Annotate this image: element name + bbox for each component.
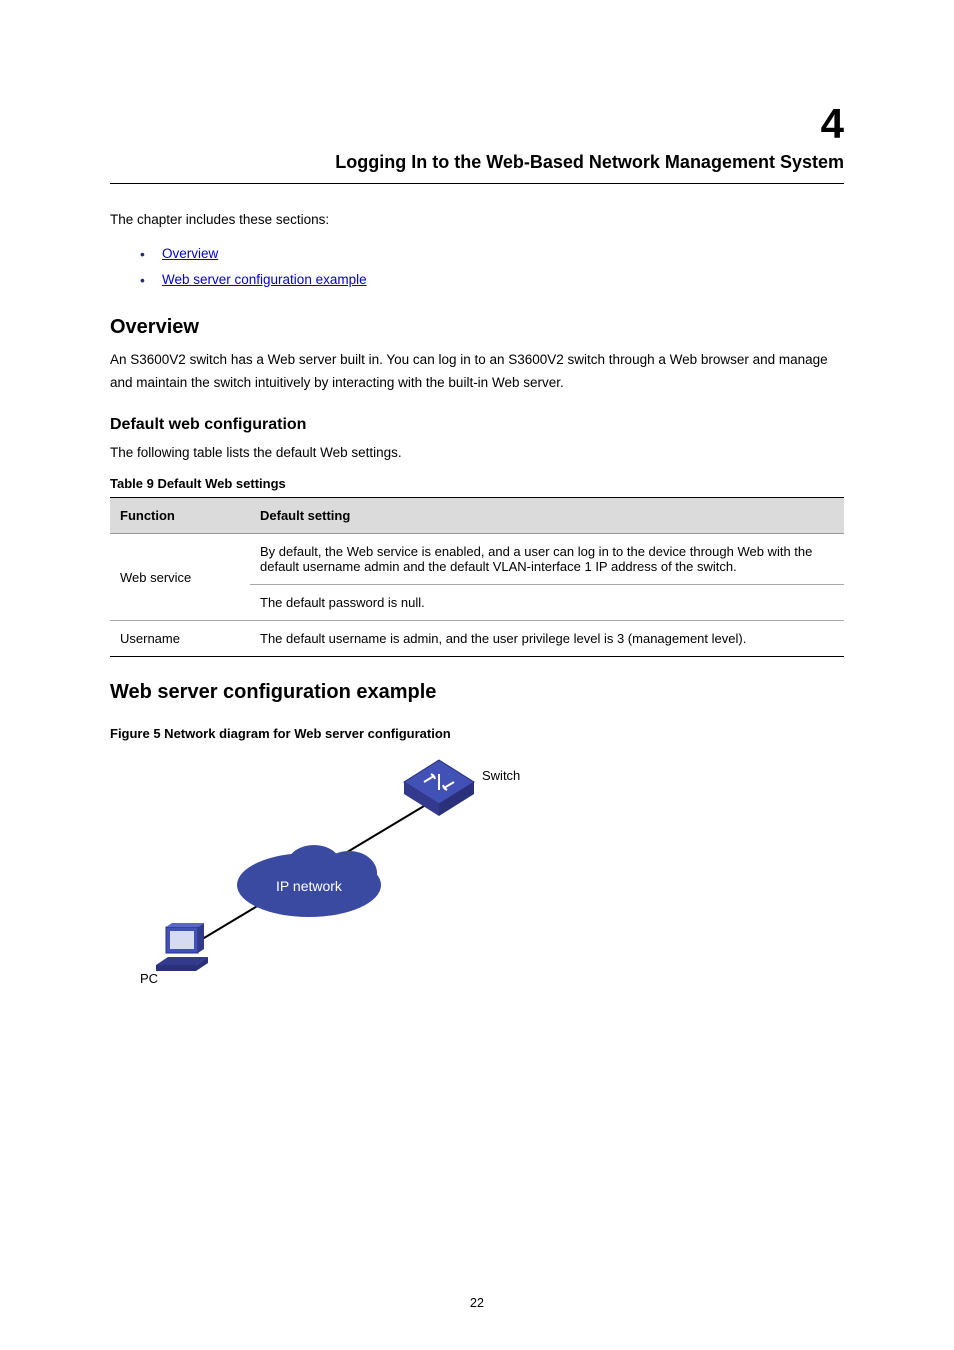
title-rule [110, 183, 844, 184]
default-web-paragraph: The following table lists the default We… [110, 442, 844, 464]
table-cell-value: The default username is admin, and the u… [250, 621, 844, 657]
section-heading-overview: Overview [110, 316, 844, 339]
section-heading-example: Web server configuration example [110, 681, 844, 704]
network-diagram: IP network Switch [104, 745, 544, 995]
toc-link-overview[interactable]: Overview [110, 241, 844, 267]
figure-caption: Figure 5 Network diagram for Web server … [110, 726, 844, 741]
table-header-function: Function [110, 498, 250, 534]
table-caption: Table 9 Default Web settings [110, 476, 844, 491]
subsection-heading-default-web: Default web configuration [110, 416, 844, 434]
diagram-svg: IP network Switch [104, 745, 544, 995]
overview-paragraph: An S3600V2 switch has a Web server built… [110, 349, 844, 394]
table-cell-category: Username [110, 621, 250, 657]
table-header-default: Default setting [250, 498, 844, 534]
pc-label: PC [140, 971, 158, 986]
switch-label: Switch [482, 768, 520, 783]
page-number: 22 [0, 1296, 954, 1310]
table-header-row: Function Default setting [110, 498, 844, 534]
table-cell-value: The default password is null. [250, 585, 844, 621]
table-cell-category: Web service [110, 534, 250, 621]
toc-list: Overview Web server configuration exampl… [110, 241, 844, 292]
chapter-number: 4 [110, 100, 844, 148]
toc-link-web-server-example[interactable]: Web server configuration example [110, 267, 844, 293]
cloud-icon: IP network [237, 845, 381, 917]
table-cell-value: By default, the Web service is enabled, … [250, 534, 844, 585]
page-container: 4 Logging In to the Web-Based Network Ma… [0, 0, 954, 1350]
pc-icon: PC [140, 923, 208, 986]
cloud-label: IP network [276, 878, 343, 894]
intro-text: The chapter includes these sections: [110, 212, 844, 227]
table-row: Web service By default, the Web service … [110, 534, 844, 585]
chapter-title: Logging In to the Web-Based Network Mana… [110, 152, 844, 173]
default-settings-table: Function Default setting Web service By … [110, 497, 844, 657]
table-row: Username The default username is admin, … [110, 621, 844, 657]
